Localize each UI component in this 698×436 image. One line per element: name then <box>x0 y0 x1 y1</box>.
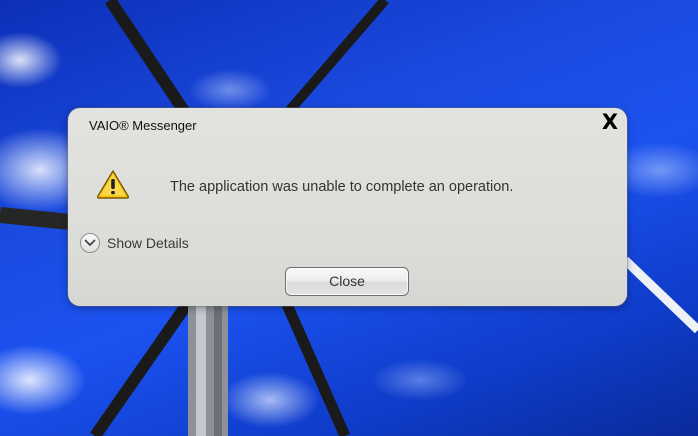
error-dialog: VAIO® Messenger X The application was un… <box>68 108 627 306</box>
error-message: The application was unable to complete a… <box>170 179 514 195</box>
chevron-down-icon[interactable] <box>80 233 100 253</box>
desktop-background: VAIO® Messenger X The application was un… <box>0 0 698 436</box>
dialog-title: VAIO® Messenger <box>89 118 197 133</box>
close-button[interactable]: Close <box>285 267 409 296</box>
show-details-toggle[interactable]: Show Details <box>80 231 189 255</box>
close-icon[interactable]: X <box>599 111 621 133</box>
show-details-label[interactable]: Show Details <box>107 235 189 251</box>
warning-triangle-icon <box>96 170 130 199</box>
